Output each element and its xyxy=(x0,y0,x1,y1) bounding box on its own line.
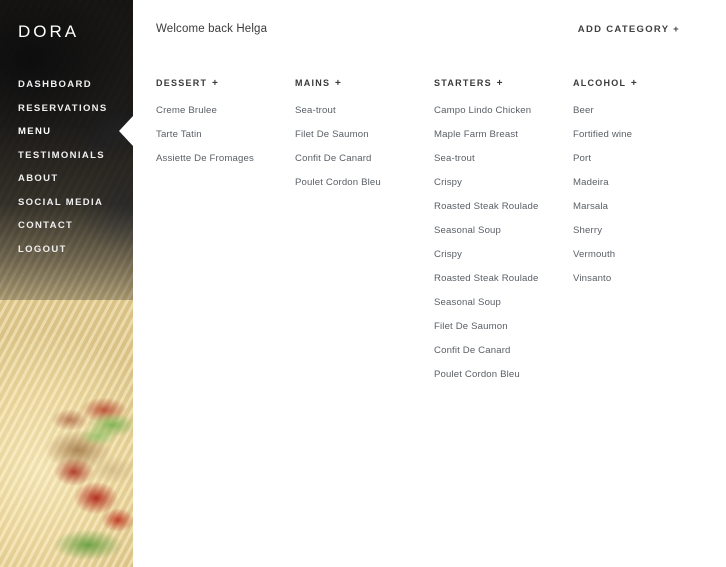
top-bar: Welcome back Helga ADD CATEGORY + xyxy=(133,0,726,60)
list-item[interactable]: Marsala xyxy=(573,201,712,225)
list-item[interactable]: Beer xyxy=(573,105,712,129)
list-item[interactable]: Crispy xyxy=(434,177,573,201)
category-header-dessert[interactable]: DESSERT + xyxy=(156,78,295,89)
list-item[interactable]: Port xyxy=(573,153,712,177)
list-item[interactable]: Assiette De Fromages xyxy=(156,153,295,177)
menu-categories: DESSERT + Creme Brulee Tarte Tatin Assie… xyxy=(156,78,710,393)
add-item-plus-icon[interactable]: + xyxy=(335,78,342,89)
category-title-starters: STARTERS xyxy=(434,78,492,88)
add-category-button[interactable]: ADD CATEGORY + xyxy=(578,24,680,35)
sidebar-item-contact[interactable]: CONTACT xyxy=(18,219,133,243)
sidebar-nav: DASHBOARD RESERVATIONS MENU TESTIMONIALS… xyxy=(18,78,133,266)
category-title-dessert: DESSERT xyxy=(156,78,208,88)
brand-logo[interactable]: DORA xyxy=(18,22,79,42)
list-item[interactable]: Sea-trout xyxy=(434,153,573,177)
list-item[interactable]: Vermouth xyxy=(573,249,712,273)
list-item[interactable]: Poulet Cordon Bleu xyxy=(434,369,573,393)
category-title-mains: MAINS xyxy=(295,78,331,88)
list-item[interactable]: Confit De Canard xyxy=(434,345,573,369)
list-item[interactable]: Fortified wine xyxy=(573,129,712,153)
list-item[interactable]: Seasonal Soup xyxy=(434,297,573,321)
list-item[interactable]: Campo Lindo Chicken xyxy=(434,105,573,129)
category-header-mains[interactable]: MAINS + xyxy=(295,78,434,89)
sidebar: DORA DASHBOARD RESERVATIONS MENU TESTIMO… xyxy=(0,0,133,567)
list-item[interactable]: Seasonal Soup xyxy=(434,225,573,249)
main-content: Welcome back Helga ADD CATEGORY + DESSER… xyxy=(133,0,726,567)
sidebar-item-menu[interactable]: MENU xyxy=(18,125,133,149)
active-nav-pointer-icon xyxy=(119,116,133,146)
category-column-alcohol: ALCOHOL + Beer Fortified wine Port Madei… xyxy=(573,78,712,393)
list-item[interactable]: Roasted Steak Roulade xyxy=(434,201,573,225)
list-item[interactable]: Sea-trout xyxy=(295,105,434,129)
list-item[interactable]: Tarte Tatin xyxy=(156,129,295,153)
welcome-message: Welcome back Helga xyxy=(156,23,268,35)
list-item[interactable]: Madeira xyxy=(573,177,712,201)
list-item[interactable]: Creme Brulee xyxy=(156,105,295,129)
category-title-alcohol: ALCOHOL xyxy=(573,78,627,88)
list-item[interactable]: Vinsanto xyxy=(573,273,712,297)
category-header-starters[interactable]: STARTERS + xyxy=(434,78,573,89)
category-column-mains: MAINS + Sea-trout Filet De Saumon Confit… xyxy=(295,78,434,393)
category-header-alcohol[interactable]: ALCOHOL + xyxy=(573,78,712,89)
sidebar-item-social-media[interactable]: SOCIAL MEDIA xyxy=(18,196,133,220)
add-item-plus-icon[interactable]: + xyxy=(631,78,638,89)
list-item[interactable]: Roasted Steak Roulade xyxy=(434,273,573,297)
app-root: DORA DASHBOARD RESERVATIONS MENU TESTIMO… xyxy=(0,0,726,567)
sidebar-item-testimonials[interactable]: TESTIMONIALS xyxy=(18,149,133,173)
list-item[interactable]: Maple Farm Breast xyxy=(434,129,573,153)
category-column-starters: STARTERS + Campo Lindo Chicken Maple Far… xyxy=(434,78,573,393)
category-column-dessert: DESSERT + Creme Brulee Tarte Tatin Assie… xyxy=(156,78,295,393)
sidebar-item-dashboard[interactable]: DASHBOARD xyxy=(18,78,133,102)
add-item-plus-icon[interactable]: + xyxy=(212,78,219,89)
list-item[interactable]: Poulet Cordon Bleu xyxy=(295,177,434,201)
list-item[interactable]: Confit De Canard xyxy=(295,153,434,177)
list-item[interactable]: Sherry xyxy=(573,225,712,249)
list-item[interactable]: Crispy xyxy=(434,249,573,273)
sidebar-item-reservations[interactable]: RESERVATIONS xyxy=(18,102,133,126)
list-item[interactable]: Filet De Saumon xyxy=(295,129,434,153)
list-item[interactable]: Filet De Saumon xyxy=(434,321,573,345)
add-item-plus-icon[interactable]: + xyxy=(497,78,504,89)
sidebar-item-logout[interactable]: LOGOUT xyxy=(18,243,133,267)
sidebar-item-about[interactable]: ABOUT xyxy=(18,172,133,196)
